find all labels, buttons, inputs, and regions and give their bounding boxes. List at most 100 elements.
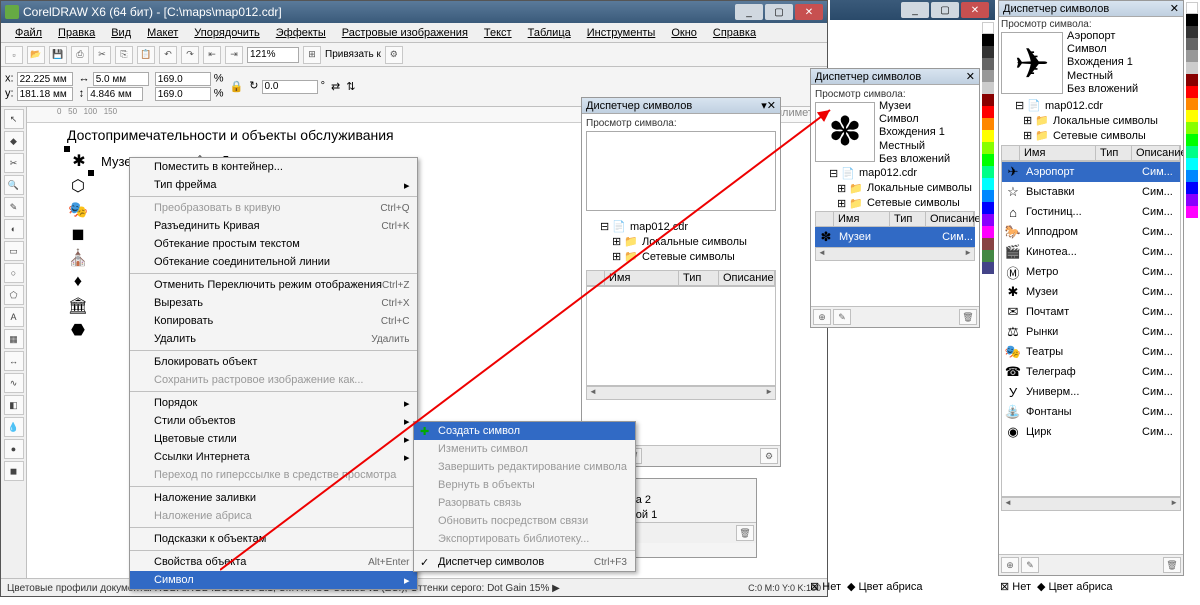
symbol-row[interactable]: 🎭ТеатрыСим... bbox=[1002, 342, 1180, 362]
mi-object-hints[interactable]: Подсказки к объектам bbox=[130, 530, 417, 548]
minimize-button[interactable]: _ bbox=[901, 2, 929, 18]
options-icon[interactable]: ⚙ bbox=[385, 46, 403, 64]
edit-icon[interactable]: ✎ bbox=[833, 309, 851, 325]
symbol-row[interactable]: 🎬Кинотеа...Сим... bbox=[1002, 242, 1180, 262]
zoom-tool-icon[interactable]: 🔍 bbox=[4, 175, 24, 195]
connector-tool-icon[interactable]: ∿ bbox=[4, 373, 24, 393]
mi-powerclip[interactable]: Поместить в контейнер... bbox=[130, 158, 417, 176]
symbol-list[interactable]: ✈АэропортСим...☆ВыставкиСим...⌂Гостиниц.… bbox=[1001, 161, 1181, 497]
scrollbar[interactable] bbox=[586, 386, 776, 400]
mirror-h-icon[interactable]: ⇄ bbox=[331, 80, 340, 93]
menu-effects[interactable]: Эффекты bbox=[270, 25, 332, 41]
symbol-row[interactable]: УУниверм...Сим... bbox=[1002, 382, 1180, 402]
freehand-tool-icon[interactable]: ✎ bbox=[4, 197, 24, 217]
options-icon[interactable]: ⚙ bbox=[760, 448, 778, 464]
close-button[interactable]: ✕ bbox=[961, 2, 989, 18]
mi-copy[interactable]: КопироватьCtrl+C bbox=[130, 312, 417, 330]
undo-icon[interactable]: ↶ bbox=[159, 46, 177, 64]
mi-object-styles[interactable]: Стили объектов▸ bbox=[130, 412, 417, 430]
mi-wrap-text[interactable]: Обтекание простым текстом bbox=[130, 235, 417, 253]
effects-tool-icon[interactable]: ◧ bbox=[4, 395, 24, 415]
symbol-row[interactable]: ⚖РынкиСим... bbox=[1002, 322, 1180, 342]
menu-tools[interactable]: Инструменты bbox=[581, 25, 662, 41]
mi-internet-links[interactable]: Ссылки Интернета▸ bbox=[130, 448, 417, 466]
docker-close-icon[interactable]: ✕ bbox=[966, 70, 975, 83]
mi-order[interactable]: Порядок▸ bbox=[130, 394, 417, 412]
docker-close-icon[interactable]: ✕ bbox=[1170, 2, 1179, 15]
eyedropper-icon[interactable]: 💧 bbox=[4, 417, 24, 437]
polygon-tool-icon[interactable]: ⬠ bbox=[4, 285, 24, 305]
mi-delete[interactable]: УдалитьУдалить bbox=[130, 330, 417, 348]
insert-icon[interactable]: ⊕ bbox=[1001, 557, 1019, 573]
mi-new-symbol[interactable]: ✚Создать символ bbox=[414, 422, 635, 440]
text-tool-icon[interactable]: A bbox=[4, 307, 24, 327]
ellipse-tool-icon[interactable]: ○ bbox=[4, 263, 24, 283]
mi-undo[interactable]: Отменить Переключить режим отображенияCt… bbox=[130, 276, 417, 294]
symbol-row[interactable]: ◉ЦиркСим... bbox=[1002, 422, 1180, 442]
smart-fill-icon[interactable]: ◐ bbox=[4, 219, 24, 239]
cut-icon[interactable]: ✂ bbox=[93, 46, 111, 64]
menu-layout[interactable]: Макет bbox=[141, 25, 184, 41]
symbol-row[interactable]: ⛲ФонтаныСим... bbox=[1002, 402, 1180, 422]
menu-table[interactable]: Таблица bbox=[522, 25, 577, 41]
menu-window[interactable]: Окно bbox=[665, 25, 703, 41]
mi-wrap-connector[interactable]: Обтекание соединительной линии bbox=[130, 253, 417, 271]
mi-symbol[interactable]: Символ▸ bbox=[130, 571, 417, 589]
delete-icon[interactable]: 🗑 bbox=[959, 309, 977, 325]
mi-symbol-manager[interactable]: ✓Диспетчер символовCtrl+F3 bbox=[414, 553, 635, 571]
color-palette-3[interactable] bbox=[1186, 2, 1198, 582]
color-palette-2[interactable] bbox=[982, 22, 994, 582]
width-input[interactable] bbox=[93, 72, 149, 86]
mi-lock[interactable]: Блокировать объект bbox=[130, 353, 417, 371]
mi-properties[interactable]: Свойства объектаAlt+Enter bbox=[130, 553, 417, 571]
menu-arrange[interactable]: Упорядочить bbox=[188, 25, 265, 41]
scale-x-input[interactable] bbox=[155, 72, 211, 86]
menu-help[interactable]: Справка bbox=[707, 25, 762, 41]
edit-icon[interactable]: ✎ bbox=[1021, 557, 1039, 573]
table-tool-icon[interactable]: ▦ bbox=[4, 329, 24, 349]
symbol-row[interactable]: ✱МузеиСим... bbox=[1002, 282, 1180, 302]
pick-tool-icon[interactable]: ↖ bbox=[4, 109, 24, 129]
mi-color-styles[interactable]: Цветовые стили▸ bbox=[130, 430, 417, 448]
symbol-icon[interactable]: ✱ bbox=[68, 150, 90, 172]
dimension-tool-icon[interactable]: ↔ bbox=[4, 351, 24, 371]
new-icon[interactable]: ▫ bbox=[5, 46, 23, 64]
maximize-button[interactable]: ▢ bbox=[765, 4, 793, 20]
symbol-tree[interactable]: ⊟ 📄 map012.cdr ⊞ 📁 Локальные символы ⊞ 📁… bbox=[815, 166, 975, 211]
scrollbar[interactable] bbox=[1001, 497, 1181, 511]
symbol-tree[interactable]: ⊟ 📄 map012.cdr ⊞ 📁 Локальные символы ⊞ 📁… bbox=[1001, 98, 1181, 143]
scrollbar[interactable] bbox=[815, 247, 975, 261]
symbol-row[interactable]: ⌂Гостиниц...Сим... bbox=[1002, 202, 1180, 222]
zoom-input[interactable] bbox=[247, 47, 299, 63]
outline-tool-icon[interactable]: ● bbox=[4, 439, 24, 459]
open-icon[interactable]: 📂 bbox=[27, 46, 45, 64]
minimize-button[interactable]: _ bbox=[735, 4, 763, 20]
symbol-row[interactable]: ✈АэропортСим... bbox=[1002, 162, 1180, 182]
symbol-row-selected[interactable]: ✽ Музеи Сим... bbox=[815, 227, 975, 247]
menu-text[interactable]: Текст bbox=[478, 25, 518, 41]
mi-cut[interactable]: ВырезатьCtrl+X bbox=[130, 294, 417, 312]
insert-icon[interactable]: ⊕ bbox=[813, 309, 831, 325]
import-icon[interactable]: ⇤ bbox=[203, 46, 221, 64]
redo-icon[interactable]: ↷ bbox=[181, 46, 199, 64]
shape-tool-icon[interactable]: ◆ bbox=[4, 131, 24, 151]
menu-file[interactable]: Файл bbox=[9, 25, 48, 41]
lock-ratio-icon[interactable]: 🔒 bbox=[230, 80, 244, 93]
symbol-row[interactable]: 🐎ИпподромСим... bbox=[1002, 222, 1180, 242]
delete-icon[interactable]: 🗑 bbox=[1163, 557, 1181, 573]
rotation-input[interactable] bbox=[262, 80, 318, 94]
symbol-tree[interactable]: ⊟ 📄 map012.cdr ⊞ 📁 Локальные символы ⊞ 📁… bbox=[586, 219, 776, 264]
menu-view[interactable]: Вид bbox=[105, 25, 137, 41]
mi-break-apart[interactable]: Разъединить КриваяCtrl+K bbox=[130, 217, 417, 235]
rect-tool-icon[interactable]: ▭ bbox=[4, 241, 24, 261]
menu-bitmaps[interactable]: Растровые изображения bbox=[336, 25, 474, 41]
export-icon[interactable]: ⇥ bbox=[225, 46, 243, 64]
save-icon[interactable]: 💾 bbox=[49, 46, 67, 64]
mirror-v-icon[interactable]: ⇅ bbox=[346, 80, 355, 93]
mi-overprint-fill[interactable]: Наложение заливки bbox=[130, 489, 417, 507]
x-input[interactable] bbox=[17, 72, 73, 86]
snap-label[interactable]: Привязать к bbox=[325, 49, 381, 60]
symbol-row[interactable]: ☆ВыставкиСим... bbox=[1002, 182, 1180, 202]
close-button[interactable]: ✕ bbox=[795, 4, 823, 20]
fill-tool-icon[interactable]: ◼ bbox=[4, 461, 24, 481]
